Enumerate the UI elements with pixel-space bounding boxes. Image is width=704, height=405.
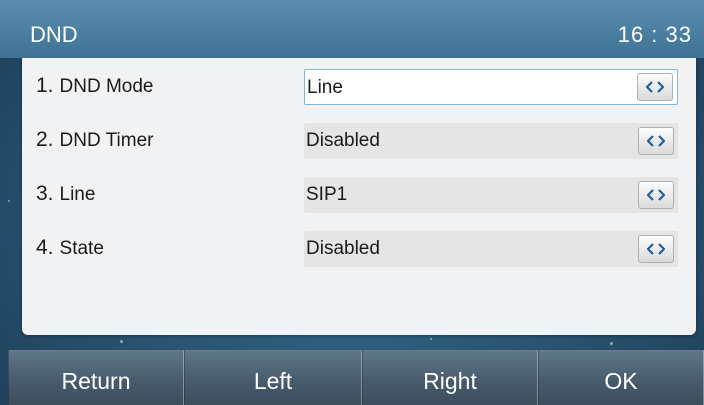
line-switch-button[interactable] [638, 181, 674, 209]
selector-value: Disabled [306, 130, 380, 151]
softkey-bar: Return Left Right OK [0, 350, 704, 405]
setting-number: 2. [36, 128, 54, 151]
ok-softkey[interactable]: OK [538, 350, 704, 405]
setting-label: 2. DND Timer [36, 128, 153, 153]
setting-label: 4. State [36, 236, 104, 261]
setting-row-state[interactable]: 4. State Disabled [22, 226, 696, 270]
background-sparkle [430, 338, 432, 340]
background-sparkle [610, 342, 613, 345]
page-title: DND [30, 22, 78, 47]
setting-number: 1. [36, 74, 54, 97]
softkey-label: Return [61, 368, 131, 394]
state-switch-button[interactable] [638, 235, 674, 263]
setting-label: 3. Line [36, 182, 95, 207]
setting-row-line[interactable]: 3. Line SIP1 [22, 172, 696, 216]
setting-row-dnd-mode[interactable]: 1. DND Mode Line [22, 64, 696, 108]
setting-name: Line [59, 184, 96, 205]
setting-row-dnd-timer[interactable]: 2. DND Timer Disabled [22, 118, 696, 162]
setting-number: 4. [36, 236, 54, 259]
dnd-timer-switch-button[interactable] [638, 127, 674, 155]
settings-panel: 1. DND Mode Line 2. DND Timer Disabled 3… [22, 58, 696, 335]
clock: 16 : 33 [617, 22, 692, 47]
return-softkey[interactable]: Return [8, 350, 184, 405]
dnd-mode-switch-button[interactable] [637, 73, 673, 101]
dnd-timer-selector[interactable]: Disabled [304, 123, 678, 159]
setting-label: 1. DND Mode [36, 74, 154, 99]
background-sparkle [120, 340, 123, 343]
right-softkey[interactable]: Right [362, 350, 538, 405]
left-softkey[interactable]: Left [184, 350, 362, 405]
selector-value: SIP1 [306, 184, 348, 205]
state-selector[interactable]: Disabled [304, 231, 678, 267]
setting-number: 3. [36, 182, 54, 205]
left-right-arrow-icon [646, 81, 664, 93]
line-selector[interactable]: SIP1 [304, 177, 678, 213]
left-right-arrow-icon [647, 243, 665, 255]
setting-name: DND Timer [59, 130, 154, 151]
setting-name: State [59, 238, 104, 259]
softkey-label: OK [604, 368, 638, 394]
softkey-label: Right [423, 368, 477, 394]
dnd-mode-selector[interactable]: Line [304, 69, 678, 105]
selector-value: Line [307, 77, 343, 98]
left-right-arrow-icon [647, 135, 665, 147]
left-right-arrow-icon [647, 189, 665, 201]
setting-name: DND Mode [59, 76, 154, 97]
background-sparkle [8, 200, 10, 202]
selector-value: Disabled [306, 238, 380, 259]
title-bar: DND 16 : 33 [0, 0, 704, 58]
phone-screen: DND 16 : 33 1. DND Mode Line 2. DND Timer [0, 0, 704, 405]
softkey-label: Left [253, 368, 293, 394]
